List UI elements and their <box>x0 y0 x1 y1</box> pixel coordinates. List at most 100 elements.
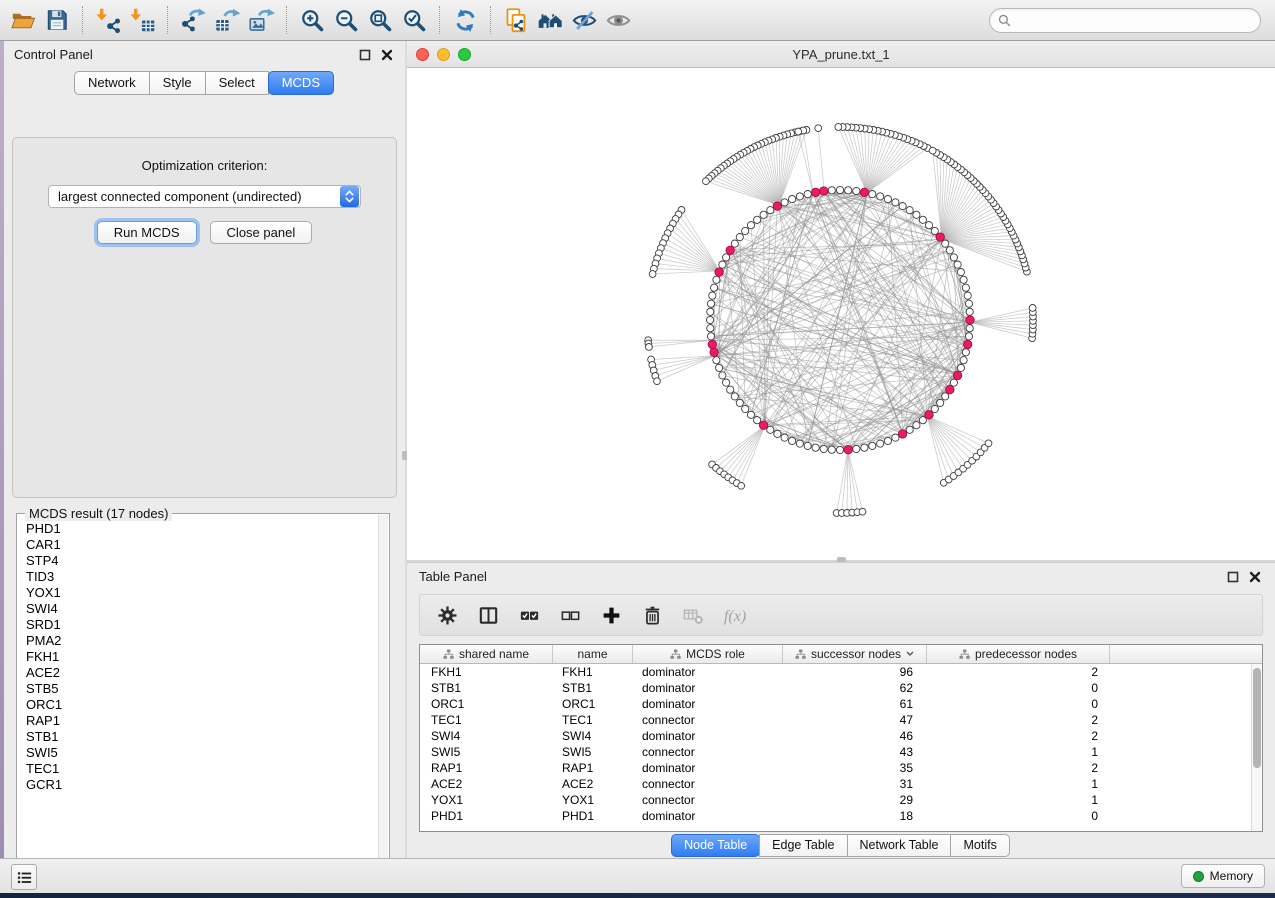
zoom-in-button[interactable] <box>295 3 329 37</box>
graph-node[interactable] <box>966 308 973 315</box>
graph-node[interactable] <box>767 426 774 433</box>
import-network-button[interactable] <box>91 3 125 37</box>
table-cell[interactable]: dominator <box>633 664 783 680</box>
table-row[interactable]: ACE2ACE2connector311 <box>420 776 1262 792</box>
graph-node[interactable] <box>965 300 972 307</box>
graph-node[interactable] <box>836 446 843 453</box>
table-cell[interactable]: dominator <box>633 680 783 696</box>
graph-node[interactable] <box>719 261 726 268</box>
graph-node[interactable] <box>731 393 738 400</box>
zoom-selected-button[interactable] <box>397 3 431 37</box>
graph-node[interactable] <box>747 222 754 229</box>
graph-node[interactable] <box>966 325 973 332</box>
hide-labels-button[interactable] <box>567 3 601 37</box>
table-cell[interactable]: dominator <box>633 696 783 712</box>
tab-mcds[interactable]: MCDS <box>268 71 334 95</box>
graph-node[interactable] <box>835 124 842 131</box>
network-graph[interactable] <box>407 68 1275 560</box>
graph-node[interactable] <box>950 379 957 386</box>
graph-node-mcds[interactable] <box>710 348 718 356</box>
graph-node[interactable] <box>736 399 743 406</box>
table-cell[interactable]: PHD1 <box>420 808 553 824</box>
houses-button[interactable] <box>533 3 567 37</box>
table-cell[interactable]: TEC1 <box>420 712 553 728</box>
graph-node[interactable] <box>960 357 967 364</box>
graph-node[interactable] <box>965 333 972 340</box>
table-cell[interactable]: dominator <box>633 728 783 744</box>
graph-node-mcds[interactable] <box>966 316 974 324</box>
tab-network[interactable]: Network <box>74 71 150 95</box>
graph-node-mcds[interactable] <box>820 187 828 195</box>
mcds-result-item[interactable]: ACE2 <box>26 665 377 681</box>
table-scrollbar[interactable] <box>1251 664 1262 831</box>
graph-node-mcds[interactable] <box>844 446 852 454</box>
table-row[interactable]: YOX1YOX1connector291 <box>420 792 1262 808</box>
table-cell[interactable] <box>1110 664 1262 680</box>
graph-node[interactable] <box>760 211 767 218</box>
table-cell[interactable]: 2 <box>927 712 1110 728</box>
graph-node[interactable] <box>649 271 656 278</box>
tab-edge-table[interactable]: Edge Table <box>759 834 847 857</box>
table-cell[interactable]: dominator <box>633 808 783 824</box>
table-row[interactable]: ORC1ORC1dominator610 <box>420 696 1262 712</box>
table-cell[interactable]: 0 <box>927 808 1110 824</box>
table-cell[interactable]: YOX1 <box>553 792 633 808</box>
graph-node[interactable] <box>707 325 714 332</box>
graph-node[interactable] <box>853 445 860 452</box>
table-cell[interactable]: 0 <box>927 680 1110 696</box>
graph-node-mcds[interactable] <box>726 246 734 254</box>
table-cell[interactable]: STB1 <box>420 680 553 696</box>
table-row[interactable]: SWI4SWI4dominator462 <box>420 728 1262 744</box>
graph-node-mcds[interactable] <box>953 371 961 379</box>
graph-node[interactable] <box>796 440 803 447</box>
table-cell[interactable]: 31 <box>783 776 927 792</box>
table-cell[interactable]: FKH1 <box>420 664 553 680</box>
mcds-result-item[interactable]: TEC1 <box>26 761 377 777</box>
save-session-button[interactable] <box>40 3 74 37</box>
graph-node[interactable] <box>906 207 913 214</box>
graph-node[interactable] <box>877 440 884 447</box>
refresh-button[interactable] <box>448 3 482 37</box>
network-titlebar[interactable]: YPA_prune.txt_1 <box>407 41 1275 68</box>
graph-node[interactable] <box>929 147 936 154</box>
table-cell[interactable]: SWI5 <box>553 744 633 760</box>
table-row[interactable]: SWI5SWI5connector431 <box>420 744 1262 760</box>
table-cell[interactable]: 1 <box>927 792 1110 808</box>
graph-node[interactable] <box>859 508 866 515</box>
table-cell[interactable]: 35 <box>783 760 927 776</box>
table-cell[interactable] <box>1110 760 1262 776</box>
graph-node[interactable] <box>709 292 716 299</box>
graph-node[interactable] <box>828 446 835 453</box>
table-cell[interactable]: 43 <box>783 744 927 760</box>
column-header-predecessor-nodes[interactable]: predecessor nodes <box>927 645 1110 663</box>
zoom-out-button[interactable] <box>329 3 363 37</box>
mcds-result-item[interactable]: TID3 <box>26 569 377 585</box>
table-settings-button[interactable] <box>434 602 460 628</box>
table-cell[interactable]: 2 <box>927 728 1110 744</box>
criterion-select[interactable]: largest connected component (undirected) <box>48 185 361 208</box>
graph-node[interactable] <box>754 216 761 223</box>
graph-node[interactable] <box>828 187 835 194</box>
close-table-panel-button[interactable] <box>1247 569 1263 585</box>
table-row[interactable]: FKH1FKH1dominator962 <box>420 664 1262 680</box>
graph-node[interactable] <box>736 234 743 241</box>
graph-node[interactable] <box>942 240 949 247</box>
tab-motifs[interactable]: Motifs <box>950 834 1009 857</box>
table-cell[interactable]: 2 <box>927 664 1110 680</box>
graph-node-mcds[interactable] <box>860 188 868 196</box>
graph-node[interactable] <box>781 199 788 206</box>
table-cell[interactable]: PHD1 <box>553 808 633 824</box>
table-cell[interactable]: ACE2 <box>553 776 633 792</box>
graph-node[interactable] <box>964 292 971 299</box>
table-cell[interactable]: ORC1 <box>420 696 553 712</box>
table-cell[interactable]: 2 <box>927 760 1110 776</box>
mcds-result-item[interactable]: RAP1 <box>26 713 377 729</box>
graph-node[interactable] <box>706 316 713 323</box>
table-cell[interactable]: connector <box>633 792 783 808</box>
graph-node[interactable] <box>731 240 738 247</box>
mcds-result-item[interactable]: FKH1 <box>26 649 377 665</box>
graph-node[interactable] <box>795 128 802 135</box>
mcds-result-item[interactable]: GCR1 <box>26 777 377 793</box>
delete-table-button[interactable] <box>680 602 706 628</box>
graph-node[interactable] <box>707 300 714 307</box>
